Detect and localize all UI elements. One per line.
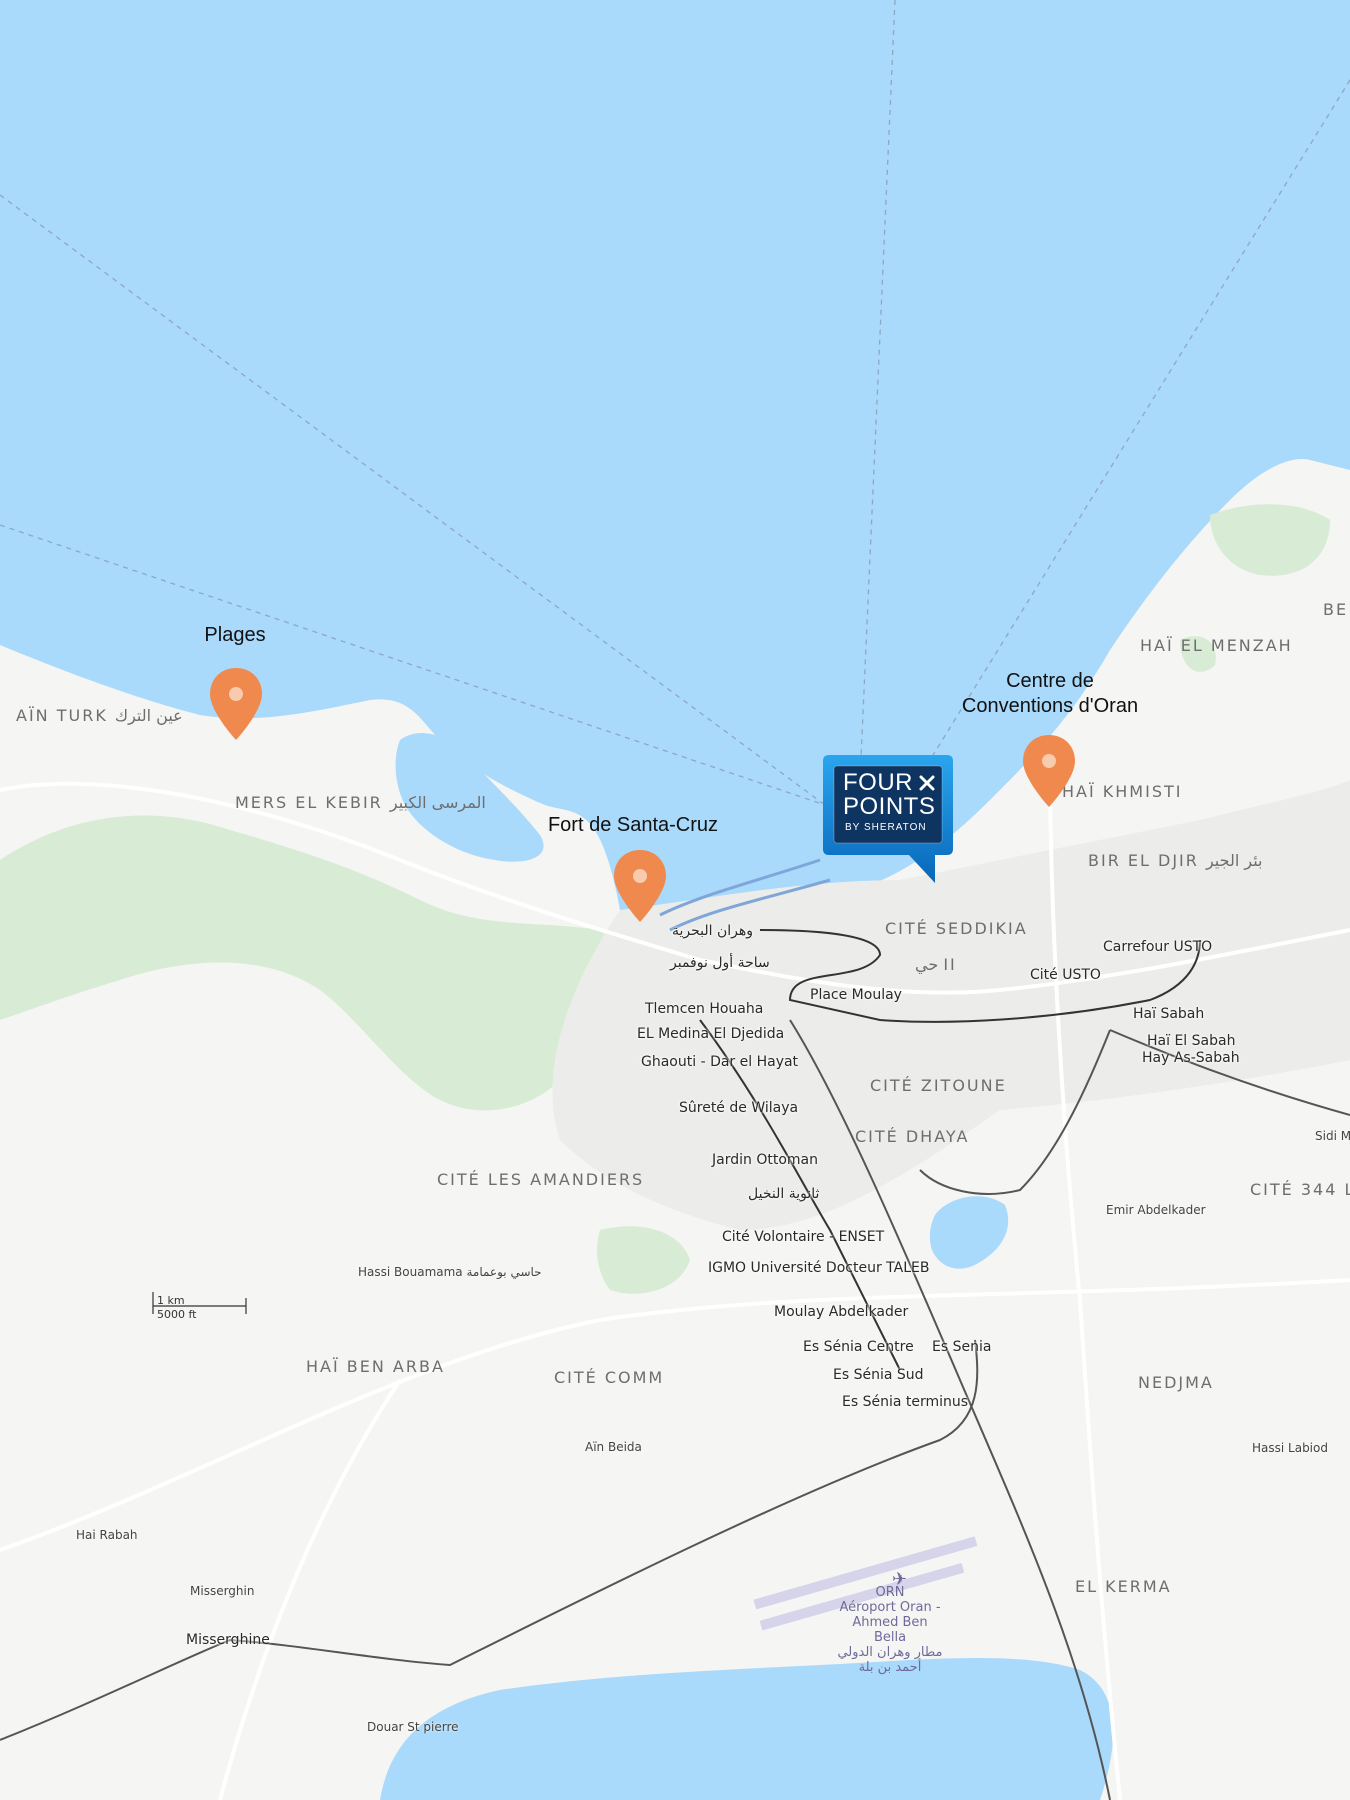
airport-label[interactable]: ORN Aéroport Oran - Ahmed Ben Bella مطار…	[835, 1585, 945, 1675]
district-label: HAÏ EL MENZAH	[1140, 636, 1293, 655]
airport-code: ORN	[875, 1585, 905, 1600]
scale-bar: 1 km 5000 ft	[152, 1290, 252, 1321]
transit-stop-label: IGMO Université Docteur TALEB	[708, 1260, 930, 1276]
district-label: CITÉ 344 L	[1250, 1180, 1350, 1199]
transit-stop-label: Hay As-Sabah	[1142, 1050, 1240, 1066]
district-label: CITÉ DHAYA	[855, 1127, 970, 1146]
transit-stop-label: Sûreté de Wilaya	[679, 1100, 799, 1116]
place-label: Douar St pierre	[367, 1720, 459, 1734]
pin-marker-icon	[1023, 735, 1075, 807]
place-label: Hassi Bouamama حاسي بوعمامة	[358, 1265, 542, 1279]
poi-title-plages: Plages	[180, 623, 290, 648]
airport-name-fr: Aéroport Oran - Ahmed Ben Bella	[839, 1600, 941, 1645]
district-label: CITÉ SEDDIKIA	[885, 919, 1028, 938]
district-label: CITÉ ZITOUNE	[870, 1076, 1007, 1095]
transit-stop-label: Tlemcen Houaha	[645, 1001, 764, 1017]
map-pin-centre-conventions[interactable]	[1021, 733, 1077, 811]
transit-stop-label: Carrefour USTO	[1103, 939, 1213, 955]
airport-name-ar: مطار وهران الدولي أحمد بن بلة	[837, 1645, 943, 1675]
hotel-marker-four-points[interactable]: FOUR POINTS BY SHERATON	[823, 755, 953, 885]
transit-stop-label: وهران البحرية	[672, 923, 754, 939]
map-pin-plages[interactable]	[208, 666, 264, 744]
hotel-brand-line3: BY SHERATON	[845, 822, 927, 833]
transit-stop-label: Cité USTO	[1030, 967, 1101, 983]
transit-stop-label: Haï El Sabah	[1147, 1033, 1236, 1049]
district-label: MERS EL KEBIR المرسى الكبير	[235, 793, 486, 812]
transit-stop-label: Cité Volontaire - ENSET	[722, 1229, 885, 1245]
transit-stop-label: Es Sénia terminus	[842, 1394, 969, 1410]
transit-stop-label: ثانوية النخيل	[748, 1186, 820, 1202]
scale-imperial: 5000 ft	[157, 1308, 197, 1321]
district-label: BIR EL DJIR بئر الجير	[1088, 851, 1263, 870]
scale-metric: 1 km	[157, 1294, 185, 1307]
place-label: Sidi M	[1315, 1129, 1350, 1143]
district-label: HAÏ BEN ARBA	[306, 1357, 445, 1376]
poi-title-line: Conventions d'Oran	[961, 695, 1139, 717]
district-label: CITÉ COMM	[554, 1368, 665, 1387]
pin-marker-icon	[614, 850, 666, 922]
place-label: Hai Rabah	[76, 1528, 138, 1542]
district-label: AÏN TURK عين الترك	[16, 706, 183, 725]
poi-title-santa-cruz: Fort de Santa-Cruz	[530, 813, 736, 838]
place-label: Misserghine	[186, 1632, 270, 1648]
basemap: ✈	[0, 0, 1350, 1800]
map-pin-santa-cruz[interactable]	[612, 848, 668, 926]
district-label: NEDJMA	[1138, 1373, 1214, 1392]
poi-title-line: Fort de Santa-Cruz	[547, 814, 719, 836]
transit-stop-label: Haï Sabah	[1133, 1006, 1205, 1022]
transit-stop-label: Es Sénia Centre	[803, 1339, 914, 1355]
place-label: Emir Abdelkader	[1106, 1203, 1206, 1217]
place-label: Aïn Beida	[585, 1440, 642, 1454]
poi-title-centre-conventions: Centre de Conventions d'Oran	[944, 669, 1156, 719]
transit-stop-label: Es Sénia Sud	[833, 1367, 924, 1383]
place-label: Misserghin	[190, 1584, 255, 1598]
poi-title-line: Plages	[204, 624, 266, 646]
pin-marker-icon	[210, 668, 262, 740]
transit-stop-label: Ghaouti - Dar el Hayat	[641, 1054, 799, 1070]
hotel-brand-line1: FOUR	[843, 769, 913, 796]
place-label: Hassi Labiod	[1252, 1441, 1328, 1455]
district-label: EL KERMA	[1075, 1577, 1172, 1596]
district-label: HAÏ KHMISTI	[1062, 782, 1183, 801]
transit-stop-label: Moulay Abdelkader	[774, 1304, 909, 1320]
hotel-brand-line2: POINTS	[843, 793, 936, 820]
transit-stop-label: Place Moulay	[810, 987, 902, 1003]
district-label: حي II	[915, 955, 957, 974]
district-label: BE	[1323, 600, 1349, 619]
transit-stop-label: Es Senia	[932, 1339, 992, 1355]
poi-title-line: Centre de	[1006, 670, 1094, 692]
transit-stop-label: ساحة أول نوفمبر	[670, 955, 770, 971]
transit-stop-label: EL Medina El Djedida	[637, 1026, 785, 1042]
district-label: CITÉ LES AMANDIERS	[437, 1170, 645, 1189]
map-view[interactable]: ✈ AÏN TURK عين الترك MERS EL KEBIR المرس…	[0, 0, 1350, 1800]
transit-stop-label: Jardin Ottoman	[712, 1152, 818, 1168]
